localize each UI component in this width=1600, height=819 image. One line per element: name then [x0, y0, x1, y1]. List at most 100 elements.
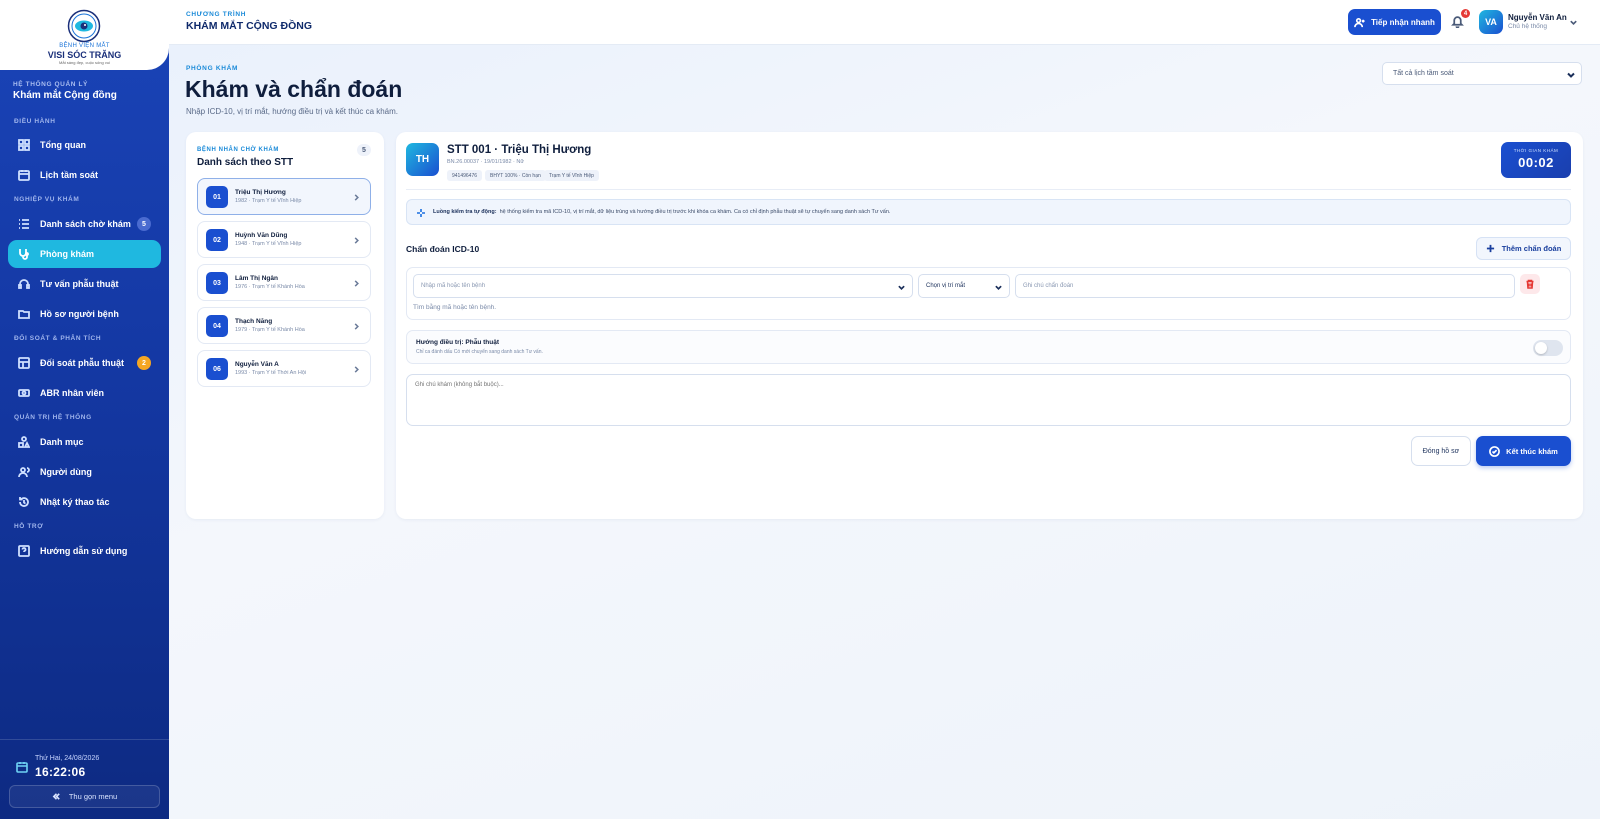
- timer-label: THỜI GIAN KHÁM: [1513, 148, 1559, 153]
- sidebar: BỆNH VIỆN MẮT VISI SÓC TRĂNG Mắt sáng đẹ…: [0, 0, 169, 819]
- sidebar-item-label: Hồ sơ người bệnh: [40, 309, 119, 319]
- close-record-button[interactable]: Đóng hồ sơ: [1411, 436, 1471, 466]
- calendar-icon: [16, 762, 28, 773]
- plus-icon: [1486, 244, 1494, 253]
- patient-card[interactable]: 06 Nguyễn Văn A 1993 · Trạm Y tế Thới An…: [197, 350, 371, 387]
- info-bold: Luồng kiểm tra tự động:: [433, 209, 497, 215]
- user-name[interactable]: Nguyễn Văn An: [1508, 13, 1567, 22]
- patient-card[interactable]: 03 Lâm Thị Ngân 1976 · Trạm Y tế Khánh H…: [197, 264, 371, 301]
- exam-note-textarea[interactable]: [406, 374, 1571, 426]
- calendar-icon: [18, 170, 30, 181]
- icd-help-text: Tìm bằng mã hoặc tên bệnh.: [413, 304, 497, 311]
- patient-card[interactable]: 01 Triệu Thị Hương 1982 · Trạm Y tế Vĩnh…: [197, 178, 371, 215]
- info-text: hệ thống kiểm tra mã ICD-10, vị trí mắt,…: [499, 209, 891, 215]
- add-diagnosis-button[interactable]: Thêm chẩn đoán: [1476, 237, 1571, 260]
- patient-avatar: TH: [406, 143, 439, 176]
- patient-name: Triệu Thị Hương: [235, 189, 286, 196]
- patient-name: Lâm Thị Ngân: [235, 275, 278, 282]
- eye-select-value: Chọn vị trí mắt: [926, 283, 966, 289]
- eye-position-select[interactable]: Chọn vị trí mắt: [918, 274, 1010, 298]
- current-time: 16:22:06: [35, 765, 86, 779]
- program-title: KHÁM MẮT CỘNG ĐỒNG: [186, 20, 312, 32]
- patient-meta: 1979 · Trạm Y tế Khánh Hòa: [235, 327, 305, 333]
- user-role: Chủ hệ thống: [1508, 23, 1548, 30]
- shapes-icon: [18, 436, 30, 448]
- section-nghiep-vu: NGHIỆP VỤ KHÁM: [14, 196, 80, 203]
- diagnosis-note-input[interactable]: Ghi chú chẩn đoán: [1015, 274, 1515, 298]
- hospital-logo-icon: [67, 9, 101, 43]
- section-ho-tro: HỖ TRỢ: [14, 523, 44, 530]
- sidebar-item-label: Phòng khám: [40, 249, 95, 259]
- dashboard-icon: [18, 139, 30, 151]
- treatment-desc: Chỉ ca đánh dấu Có mới chuyển sang danh …: [416, 349, 543, 355]
- icd-search-input[interactable]: Nhập mã hoặc tên bệnh: [413, 274, 913, 298]
- sidebar-item-nguoi-dung[interactable]: Người dùng: [8, 458, 161, 486]
- sidebar-item-doi-soat-phau-thuat[interactable]: Đối soát phẫu thuật 2: [8, 349, 161, 377]
- patient-meta: 1948 · Trạm Y tế Vĩnh Hiệp: [235, 241, 302, 247]
- trash-icon: [1526, 279, 1534, 289]
- quick-intake-button[interactable]: Tiếp nhận nhanh: [1348, 9, 1441, 35]
- sidebar-item-label: Đối soát phẫu thuật: [40, 358, 124, 368]
- headset-icon: [18, 279, 30, 289]
- collapse-menu-button[interactable]: Thu gọn menu: [9, 785, 160, 808]
- avatar[interactable]: VA: [1479, 10, 1503, 34]
- sidebar-item-nhat-ky[interactable]: Nhật ký thao tác: [8, 488, 161, 516]
- sidebar-item-label: Nhật ký thao tác: [40, 497, 110, 507]
- sidebar-item-phong-kham[interactable]: Phòng khám: [8, 240, 161, 268]
- patient-name: Thạch Năng: [235, 318, 273, 325]
- add-diagnosis-label: Thêm chẩn đoán: [1501, 244, 1562, 253]
- divider: [406, 189, 1571, 190]
- sidebar-item-ho-so-nguoi-benh[interactable]: Hồ sơ người bệnh: [8, 300, 161, 328]
- sidebar-item-danh-sach-cho-kham[interactable]: Danh sách chờ khám 5: [8, 210, 161, 238]
- patient-card[interactable]: 04 Thạch Năng 1979 · Trạm Y tế Khánh Hòa: [197, 307, 371, 344]
- sidebar-item-label: Người dùng: [40, 467, 92, 477]
- queue-title: Danh sách theo STT: [197, 157, 294, 168]
- screening-filter-select[interactable]: Tất cả lịch tầm soát: [1382, 62, 1582, 85]
- program-subtitle: CHƯƠNG TRÌNH: [186, 11, 247, 18]
- sidebar-item-label: Danh sách chờ khám: [40, 219, 131, 229]
- folder-icon: [18, 310, 30, 319]
- chevron-right-icon: [354, 194, 359, 201]
- sidebar-divider: [0, 739, 169, 740]
- queue-count-badge: 5: [357, 144, 371, 156]
- patient-number: 06: [206, 358, 228, 380]
- patient-queue-panel: BỆNH NHÂN CHỜ KHÁM Danh sách theo STT 5 …: [186, 132, 384, 519]
- icd-placeholder: Nhập mã hoặc tên bệnh: [421, 283, 486, 289]
- chevron-down-icon[interactable]: [1569, 18, 1578, 27]
- page-description: Nhập ICD-10, vị trí mắt, hướng điều trị …: [186, 107, 399, 116]
- sidebar-item-label: Lịch tầm soát: [40, 170, 99, 180]
- stethoscope-icon: [19, 249, 29, 260]
- sidebar-item-danh-muc[interactable]: Danh mục: [8, 428, 161, 456]
- auto-check-info: Luồng kiểm tra tự động: hệ thống kiểm tr…: [406, 199, 1571, 225]
- phone-chip: 941496476: [447, 170, 483, 181]
- sidebar-item-tu-van-phau-thuat[interactable]: Tư vấn phẫu thuật: [8, 270, 161, 298]
- users-icon: [18, 467, 30, 478]
- delete-diagnosis-button[interactable]: [1520, 274, 1540, 294]
- check-circle-icon: [1489, 445, 1501, 457]
- chevron-right-icon: [354, 366, 359, 373]
- notification-badge: 4: [1461, 9, 1470, 18]
- chart-table-icon: [18, 357, 30, 369]
- icd-section-label: Chẩn đoán ICD-10: [406, 244, 480, 254]
- treatment-title: Hướng điều trị: Phẫu thuật: [416, 339, 499, 346]
- main-content: PHÒNG KHÁM Khám và chẩn đoán Nhập ICD-10…: [169, 45, 1600, 819]
- finish-exam-button[interactable]: Kết thúc khám: [1476, 436, 1571, 466]
- sidebar-item-huong-dan[interactable]: Hướng dẫn sử dụng: [8, 537, 161, 565]
- logo-tagline: Mắt sáng đẹp, cuộc sống vui: [59, 60, 110, 65]
- collapse-label: Thu gọn menu: [68, 792, 118, 801]
- logo: BỆNH VIỆN MẮT VISI SÓC TRĂNG Mắt sáng đẹ…: [0, 0, 169, 70]
- patient-meta: 1993 · Trạm Y tế Thới An Hội: [235, 370, 307, 376]
- treatment-direction-box: Hướng điều trị: Phẫu thuật Chỉ ca đánh d…: [406, 330, 1571, 364]
- patient-name: Nguyễn Văn A: [235, 361, 279, 368]
- sidebar-item-abr-nhan-vien[interactable]: ABR nhân viên: [8, 379, 161, 407]
- patient-number: 02: [206, 229, 228, 251]
- surgery-toggle[interactable]: [1533, 340, 1563, 356]
- diagnosis-note-placeholder: Ghi chú chẩn đoán: [1023, 283, 1074, 289]
- sidebar-item-label: Danh mục: [40, 437, 84, 447]
- help-icon: [18, 545, 30, 557]
- sidebar-item-tong-quan[interactable]: Tổng quan: [8, 131, 161, 159]
- patient-card[interactable]: 02 Huỳnh Văn Dũng 1948 · Trạm Y tế Vĩnh …: [197, 221, 371, 258]
- sidebar-item-lich-tam-soat[interactable]: Lịch tầm soát: [8, 161, 161, 189]
- exam-timer: THỜI GIAN KHÁM 00:02: [1501, 142, 1571, 178]
- queue-subtitle: BỆNH NHÂN CHỜ KHÁM: [197, 147, 279, 153]
